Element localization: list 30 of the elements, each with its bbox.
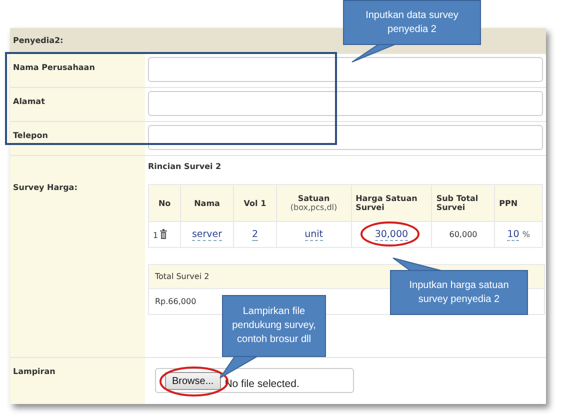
column-header: Satuan (box,pcs,dl) [290, 194, 338, 212]
total-label: Total Survei 2 [155, 272, 210, 281]
column-header: Nama [194, 198, 220, 208]
editable-value[interactable]: unit [304, 229, 323, 241]
field-label: Lampiran [13, 367, 56, 376]
total-value: Rp.66,000 [155, 297, 196, 306]
browse-button[interactable]: Browse... [165, 372, 221, 390]
field-label: Alamat [13, 97, 45, 106]
section-title: Penyedia2: [13, 36, 64, 45]
input-field[interactable] [148, 125, 543, 150]
editable-value[interactable]: 10 [507, 229, 520, 241]
editable-value[interactable]: 2 [252, 229, 258, 241]
table-title: Rincian Survei 2 [148, 162, 222, 171]
ellipse-mark [360, 221, 420, 247]
table-cell: 1 [153, 231, 158, 240]
field-label: Nama Perusahaan [13, 63, 95, 72]
field-label: Survey Harga: [13, 183, 78, 192]
column-header: Harga Satuan Survei [356, 194, 418, 212]
input-field[interactable] [148, 57, 543, 82]
unit-label: % [522, 230, 530, 239]
column-header: Vol 1 [244, 198, 266, 208]
field-label: Telepon [13, 131, 48, 140]
trash-icon[interactable] [160, 229, 168, 239]
column-header: PPN [499, 198, 518, 208]
callout-pointer [219, 356, 259, 379]
column-header: No [158, 198, 171, 208]
callout-pointer [351, 44, 397, 63]
column-header: Sub Total Survei [436, 194, 478, 212]
table-cell: 60,000 [449, 230, 478, 239]
input-field[interactable] [148, 91, 543, 116]
